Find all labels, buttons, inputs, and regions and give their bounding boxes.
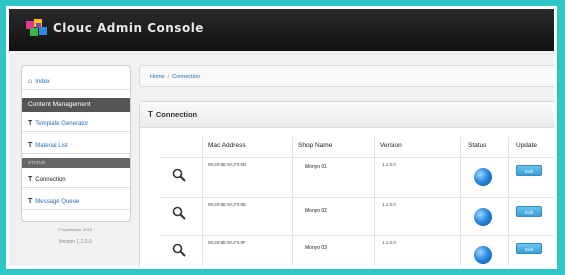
- footer-version: Version 1.1.0.0: [58, 239, 92, 245]
- status-online-icon: [474, 246, 492, 264]
- panel-header: T Connection: [140, 102, 554, 128]
- magnifier-icon[interactable]: [172, 243, 186, 257]
- console-window: Clouc Admin Console ⌂ Index Content Manag…: [6, 6, 557, 269]
- sidebar-item-message-queue[interactable]: T Message Queue: [22, 194, 130, 210]
- sidebar-item-label: Template Generator: [35, 121, 89, 127]
- text-icon: T: [28, 142, 33, 149]
- row-divider: [160, 235, 554, 236]
- sidebar-item-label: Index: [35, 79, 50, 85]
- shop-name-cell: Monyo 02: [305, 208, 327, 214]
- magnifier-icon[interactable]: [172, 206, 186, 220]
- row-divider: [160, 157, 554, 158]
- sidebar-item-material-list[interactable]: T Material List: [22, 138, 130, 154]
- breadcrumb: Home / Connection: [139, 65, 554, 87]
- row-divider: [160, 197, 554, 198]
- sidebar-item-index[interactable]: ⌂ Index: [22, 74, 130, 90]
- version-cell: 1.1.0.0: [382, 202, 396, 207]
- text-icon: T: [148, 110, 153, 119]
- edit-button[interactable]: Edit: [516, 165, 542, 176]
- column-header-mac: Mac Address: [208, 142, 246, 149]
- column-header-update: Update: [516, 142, 537, 149]
- status-online-icon: [474, 208, 492, 226]
- panel-title: Connection: [155, 110, 198, 119]
- footer-copyright: © topdomain. 2015: [58, 227, 92, 232]
- sidebar-section-status: STATUS: [22, 158, 130, 168]
- sidebar: ⌂ Index Content Management T Template Gene…: [21, 65, 131, 222]
- edit-button[interactable]: Edit: [516, 206, 542, 217]
- column-header-shop: Shop Name: [298, 142, 333, 149]
- version-cell: 1.1.0.0: [382, 162, 396, 167]
- text-icon: T: [28, 176, 33, 183]
- mac-address-cell: 00:20:9E:8A:F0:0F: [208, 240, 246, 245]
- breadcrumb-separator: /: [167, 74, 170, 80]
- version-cell: 1.1.0.0: [382, 240, 396, 245]
- app-title: Clouc Admin Console: [53, 21, 204, 35]
- edit-button[interactable]: Edit: [516, 243, 542, 254]
- shop-name-cell: Monyo 01: [305, 164, 327, 170]
- home-icon: ⌂: [28, 78, 33, 85]
- column-header-status: Status: [468, 142, 487, 149]
- text-icon: T: [28, 198, 33, 205]
- connection-panel: T Connection Mac Address Shop Name Versio…: [139, 101, 554, 266]
- mac-address-cell: 00:20:9E:8A:F0:0E: [208, 202, 247, 207]
- breadcrumb-home-link[interactable]: Home: [150, 74, 165, 80]
- top-navbar: Clouc Admin Console: [9, 9, 554, 51]
- sidebar-item-label: Material List: [35, 143, 68, 149]
- logo-icon: [26, 19, 47, 36]
- sidebar-item-label: Connection: [35, 177, 66, 183]
- breadcrumb-current: Connection: [172, 74, 201, 80]
- shop-name-cell: Monyo 03: [305, 245, 327, 251]
- status-online-icon: [474, 168, 492, 186]
- column-header-version: Version: [380, 142, 402, 149]
- text-icon: T: [28, 120, 33, 127]
- mac-address-cell: 00:20:9E:8A:F0:0D: [208, 162, 247, 167]
- sidebar-item-label: Message Queue: [35, 199, 80, 205]
- magnifier-icon[interactable]: [172, 168, 186, 182]
- sidebar-item-connection[interactable]: T Connection: [22, 172, 130, 188]
- sidebar-item-template-generator[interactable]: T Template Generator: [22, 116, 130, 132]
- sidebar-item-content-management[interactable]: Content Management: [22, 98, 130, 112]
